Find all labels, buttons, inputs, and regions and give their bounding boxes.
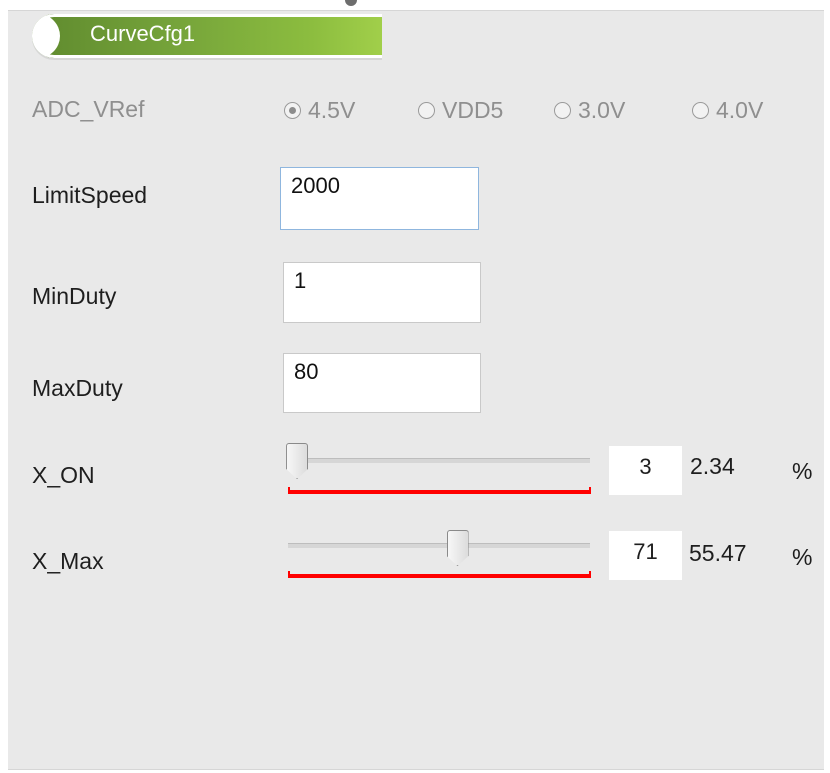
max-duty-label: MaxDuty	[32, 375, 123, 401]
x-on-label: X_ON	[32, 462, 95, 488]
x-max-percent-value: 55.47	[689, 540, 747, 566]
x-max-range-indicator	[288, 571, 591, 578]
radio-selected-icon	[284, 102, 301, 119]
x-max-slider-track[interactable]	[288, 543, 590, 548]
min-duty-input[interactable]: 1	[283, 262, 481, 323]
radio-unselected-icon	[692, 102, 709, 119]
max-duty-input[interactable]: 80	[283, 353, 481, 413]
radio-label: VDD5	[442, 97, 504, 123]
x-on-value-input[interactable]: 3	[609, 446, 682, 495]
x-max-label: X_Max	[32, 548, 104, 574]
limit-speed-label: LimitSpeed	[32, 182, 148, 208]
radio-4-5v[interactable]: 4.5V	[284, 97, 355, 124]
x-on-percent-value: 2.34	[690, 453, 735, 479]
radio-label: 4.0V	[716, 97, 764, 123]
x-on-range-indicator	[288, 487, 591, 494]
tab-label: CurveCfg1	[90, 21, 196, 46]
tab-curvecfg1[interactable]: CurveCfg1	[32, 14, 382, 58]
x-max-value-input[interactable]: 71	[609, 531, 682, 580]
radio-unselected-icon	[554, 102, 571, 119]
top-edge-shadow	[345, 0, 357, 6]
radio-4-0v[interactable]: 4.0V	[692, 97, 763, 124]
radio-label: 3.0V	[578, 97, 626, 123]
limit-speed-input[interactable]: 2000	[280, 167, 479, 230]
x-max-unit: %	[792, 544, 813, 570]
radio-unselected-icon	[418, 102, 435, 119]
adc-vref-label: ADC_VRef	[32, 96, 145, 122]
radio-3-0v[interactable]: 3.0V	[554, 97, 625, 124]
radio-vdd5[interactable]: VDD5	[418, 97, 503, 124]
radio-label: 4.5V	[308, 97, 356, 123]
x-on-slider-track[interactable]	[288, 458, 590, 463]
x-on-unit: %	[792, 458, 813, 484]
min-duty-label: MinDuty	[32, 283, 117, 309]
